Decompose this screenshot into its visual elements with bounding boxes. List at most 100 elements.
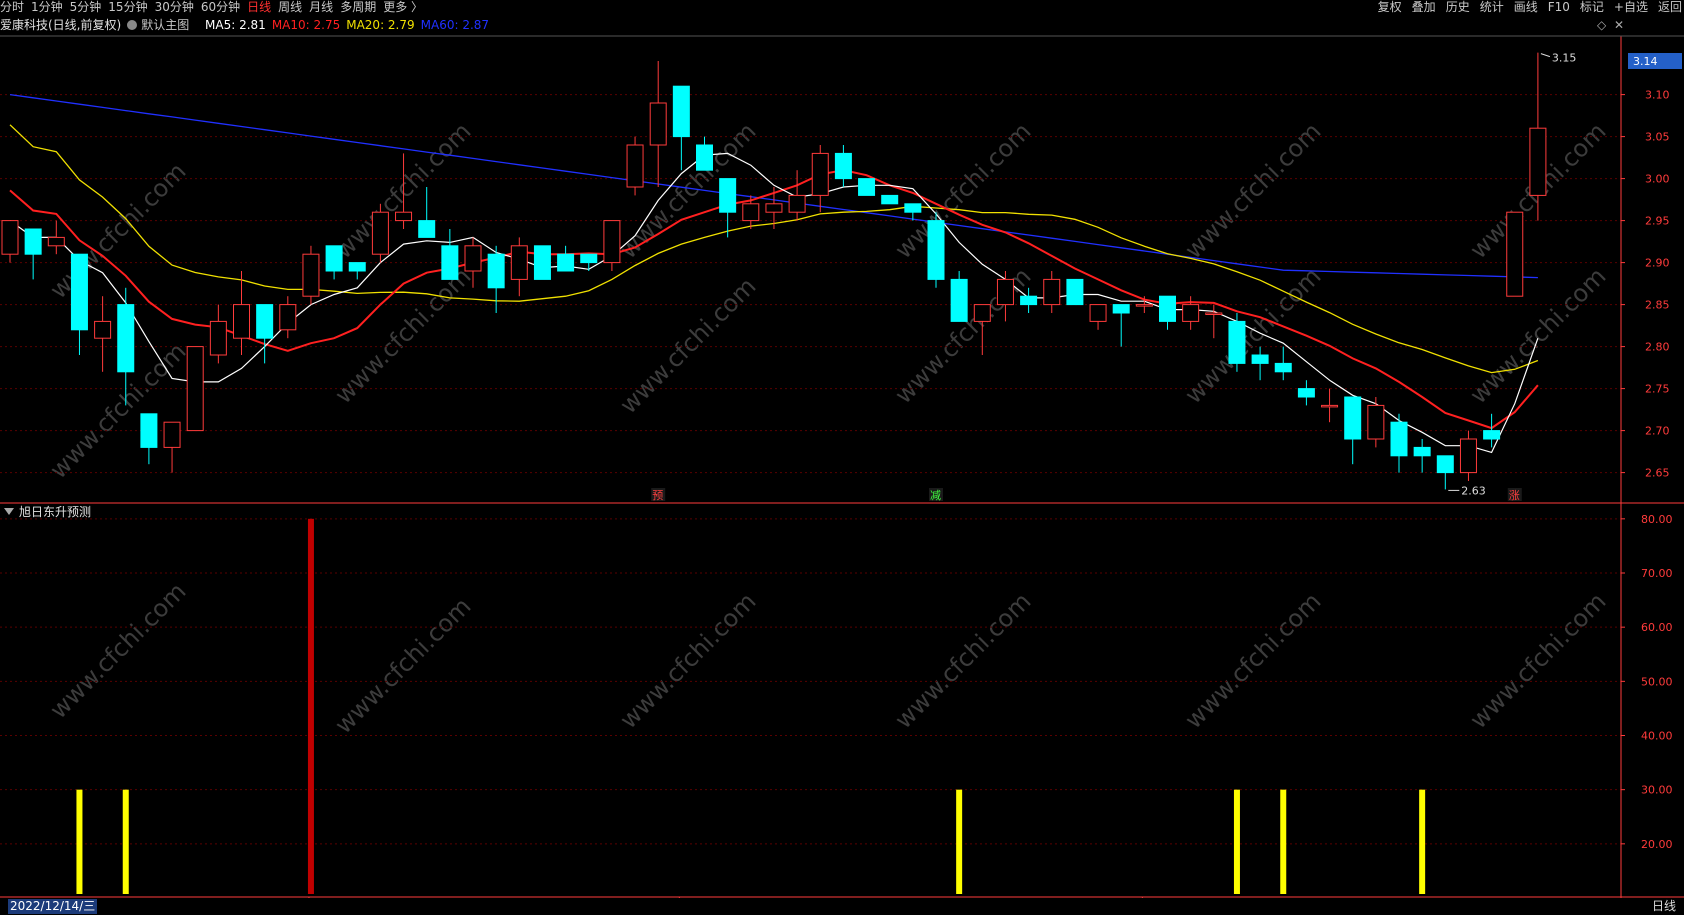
candle-53 <box>1228 313 1246 372</box>
signal-label-0: 预 <box>652 489 663 502</box>
candle-body-41 <box>950 278 968 322</box>
candle-6 <box>140 413 158 465</box>
indicator-bar-1 <box>122 789 129 894</box>
indicator-bar-5 <box>1280 789 1287 894</box>
watermark-text-9: www.cfchi.com <box>889 587 1036 734</box>
candle-12 <box>279 296 297 339</box>
candle-8 <box>186 346 204 432</box>
bottom-period-label[interactable]: 日线 <box>1652 898 1676 915</box>
high-marker-label: 3.15 <box>1552 52 1577 65</box>
candle-27 <box>626 136 644 196</box>
candle-body-46 <box>1066 278 1084 306</box>
candle-body-22 <box>510 245 528 280</box>
candle-65 <box>1506 211 1524 297</box>
indicator-tick-label-3: 50.00 <box>1641 675 1673 688</box>
candle-0 <box>1 220 19 263</box>
candle-body-42 <box>973 304 991 322</box>
indicator-tick-label-4: 40.00 <box>1641 730 1673 743</box>
candle-9 <box>209 304 227 364</box>
candle-body-16 <box>371 211 389 255</box>
candle-38 <box>881 194 899 205</box>
chart-canvas[interactable]: www.cfchi.com www.cfchi.com www.cfchi.com w… <box>0 0 1684 898</box>
candle-body-50 <box>1159 295 1176 322</box>
candle-41 <box>950 271 968 322</box>
candle-61 <box>1413 439 1431 473</box>
candle-13 <box>302 245 320 305</box>
candle-47 <box>1089 304 1107 330</box>
candle-body-32 <box>742 203 760 222</box>
candle-body-14 <box>325 245 343 272</box>
candle-body-35 <box>811 152 829 196</box>
price-tick-label-3: 2.95 <box>1645 215 1670 228</box>
candle-body-45 <box>1043 278 1061 306</box>
candle-63 <box>1459 430 1477 481</box>
candle-body-62 <box>1436 455 1454 474</box>
watermark-text-16: www.cfchi.com <box>1179 117 1326 264</box>
candle-21 <box>487 245 505 313</box>
indicator-axis-ticks: 80.00 70.00 60.00 50.00 40.00 30.00 20.00 <box>1621 513 1673 851</box>
candle-2 <box>47 220 65 255</box>
indicator-tick-label-2: 60.00 <box>1641 621 1673 634</box>
high-marker-arrow <box>1540 53 1551 58</box>
candle-19 <box>441 229 459 280</box>
candle-58 <box>1344 396 1362 465</box>
candle-35 <box>811 145 829 213</box>
candle-body-17 <box>395 211 413 222</box>
candle-body-21 <box>487 253 505 289</box>
candle-24 <box>557 245 575 272</box>
candle-52 <box>1205 304 1223 339</box>
candle-46 <box>1066 278 1084 306</box>
indicator-title-bar[interactable]: 旭日东升预测 <box>4 504 91 520</box>
watermark-text-5: www.cfchi.com <box>1464 262 1611 409</box>
candle-body-24 <box>557 253 575 272</box>
candle-body-51 <box>1182 304 1200 322</box>
price-tick-label-1: 3.05 <box>1645 131 1670 144</box>
indicator-bar-3 <box>956 789 963 894</box>
grid-lines <box>0 94 1621 845</box>
candle-10 <box>233 271 250 355</box>
candle-body-15 <box>348 262 366 272</box>
indicator-bar-2 <box>307 518 314 894</box>
candle-body-20 <box>464 245 482 272</box>
price-tick-label-7: 2.75 <box>1645 383 1670 396</box>
candle-body-31 <box>719 178 737 213</box>
indicator-tick-label-6: 20.00 <box>1641 838 1673 851</box>
indicator-tick-label-1: 70.00 <box>1641 567 1673 580</box>
candle-body-63 <box>1459 438 1477 474</box>
watermark-text-12: www.cfchi.com <box>44 157 191 304</box>
candle-body-23 <box>533 245 551 280</box>
candle-body-29 <box>672 85 690 138</box>
candle-4 <box>94 296 112 372</box>
candle-body-66 <box>1529 127 1547 196</box>
candle-36 <box>834 145 852 187</box>
current-date: 2022/12/14/三 <box>8 899 98 914</box>
price-tick-label-2: 3.00 <box>1645 173 1670 186</box>
candle-62 <box>1436 455 1454 490</box>
candle-body-33 <box>765 203 783 213</box>
candle-body-2 <box>47 236 65 247</box>
candle-59 <box>1367 397 1385 448</box>
candle-26 <box>603 220 621 271</box>
candle-body-10 <box>233 304 250 339</box>
candle-16 <box>371 203 389 263</box>
candle-body-65 <box>1506 211 1524 297</box>
candle-57 <box>1321 388 1339 423</box>
indicator-tick-label-5: 30.00 <box>1641 784 1673 797</box>
candle-body-28 <box>649 102 667 146</box>
candle-body-55 <box>1274 362 1292 373</box>
watermark-text-15: www.cfchi.com <box>889 117 1036 264</box>
price-tick-label-8: 2.70 <box>1645 425 1670 438</box>
bottom-bar: 2022/12/14/三 日线 <box>0 898 1684 915</box>
indicator-bar-4 <box>1233 789 1240 894</box>
candle-3 <box>70 253 88 355</box>
candle-50 <box>1159 295 1176 330</box>
indicator-tick-label-0: 80.00 <box>1641 513 1673 526</box>
candle-body-59 <box>1367 404 1385 440</box>
watermark-text-11: www.cfchi.com <box>1464 587 1611 734</box>
candle-body-11 <box>256 304 274 339</box>
candle-28 <box>649 61 667 187</box>
candle-1 <box>24 228 42 280</box>
candle-body-9 <box>209 320 227 356</box>
candle-body-49 <box>1135 304 1153 307</box>
watermark-text-2: www.cfchi.com <box>614 272 761 419</box>
